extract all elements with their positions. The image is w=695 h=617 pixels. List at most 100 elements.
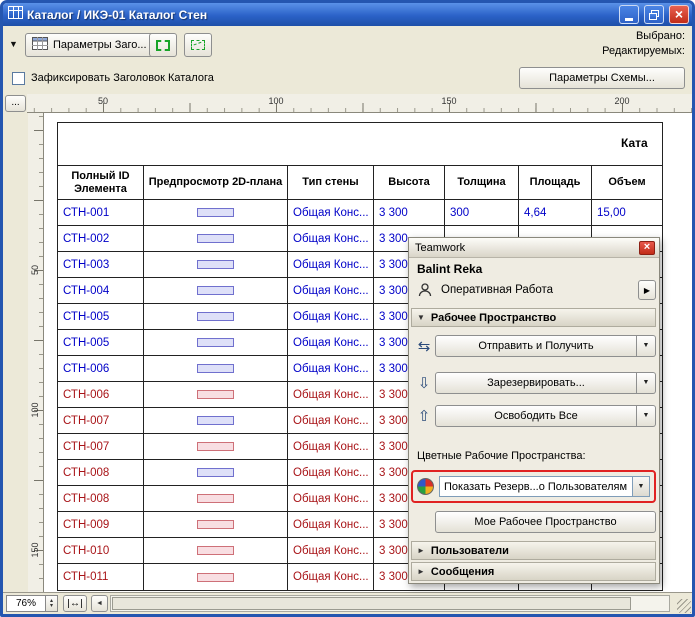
ruler-label: 100 [30,402,40,418]
cell-element-id[interactable]: СТН-003 [58,252,144,277]
zoom-spinner[interactable]: ▴ ▾ [46,595,58,612]
cell-element-id[interactable]: СТН-008 [58,460,144,485]
cell-element-id[interactable]: СТН-001 [58,200,144,225]
cell-wall-type[interactable]: Общая Конс... [288,330,374,355]
wall-preview-shape [197,312,234,321]
send-receive-icon: ⇆ [417,337,431,355]
cell-preview[interactable] [144,564,288,590]
cell-preview[interactable] [144,200,288,225]
cell-wall-type[interactable]: Общая Конс... [288,538,374,563]
cell-wall-type[interactable]: Общая Конс... [288,408,374,433]
messages-section-header[interactable]: ► Сообщения [411,562,656,581]
cell-element-id[interactable]: СТН-011 [58,564,144,590]
scheme-params-button[interactable]: Параметры Схемы... [519,67,685,89]
cell-element-id[interactable]: СТН-008 [58,486,144,511]
cell-preview[interactable] [144,382,288,407]
cell-element-id[interactable]: СТН-010 [58,538,144,563]
cell-preview[interactable] [144,278,288,303]
operative-work-label: Оперативная Работа [441,284,554,296]
wall-preview-shape [197,286,234,295]
cell-wall-type[interactable]: Общая Конс... [288,486,374,511]
my-workspace-button[interactable]: Мое Рабочее Пространство [435,511,656,533]
flyout-triangle-icon[interactable]: ▼ [9,39,18,49]
table-title: Ката [621,136,648,150]
cell-preview[interactable] [144,538,288,563]
cell-preview[interactable] [144,434,288,459]
cell-wall-type[interactable]: Общая Конс... [288,564,374,590]
column-header-type: Тип стены [288,166,374,199]
cell-wall-type[interactable]: Общая Конс... [288,252,374,277]
wall-preview-shape [197,390,234,399]
cell-preview[interactable] [144,304,288,329]
cell-element-id[interactable]: СТН-006 [58,382,144,407]
combobox-arrow[interactable]: ▼ [632,477,649,496]
zoom-level[interactable]: 76% [6,595,46,612]
cell-volume[interactable]: 15,00 [592,200,662,225]
send-receive-button[interactable]: Отправить и Получить [435,334,637,357]
release-all-button[interactable]: Освободить Все [435,404,637,427]
cell-wall-type[interactable]: Общая Конс... [288,460,374,485]
cell-wall-type[interactable]: Общая Конс... [288,434,374,459]
cell-height[interactable]: 3 300 [374,200,445,225]
cell-element-id[interactable]: СТН-005 [58,304,144,329]
fit-width-button[interactable]: ↔ [63,595,87,612]
palette-titlebar[interactable]: Teamwork × [409,238,659,258]
users-section-header[interactable]: ► Пользователи [411,541,656,560]
palette-close-button[interactable]: × [639,240,655,255]
cell-preview[interactable] [144,356,288,381]
cell-element-id[interactable]: СТН-007 [58,408,144,433]
cell-wall-type[interactable]: Общая Конс... [288,512,374,537]
horizontal-scrollbar[interactable] [110,595,670,612]
wall-preview-shape [197,520,234,529]
cell-element-id[interactable]: СТН-004 [58,278,144,303]
ruler-options-button[interactable]: ... [5,95,26,112]
cell-preview[interactable] [144,486,288,511]
restore-button[interactable] [644,5,664,24]
window-titlebar[interactable]: Каталог / ИКЭ-01 Каталог Стен × [3,3,692,26]
workspace-section-header[interactable]: ▼ Рабочее Пространство [411,308,656,327]
lock-header-checkbox[interactable] [12,72,25,85]
show-reservations-combobox[interactable]: Показать Резерв...о Пользователям ▼ [439,476,650,497]
release-all-dropdown[interactable]: ▼ [637,404,656,427]
cell-element-id[interactable]: СТН-002 [58,226,144,251]
minimize-button[interactable] [619,5,639,24]
minimize-icon [625,17,633,21]
cell-element-id[interactable]: СТН-009 [58,512,144,537]
cell-wall-type[interactable]: Общая Конс... [288,200,374,225]
cell-preview[interactable] [144,512,288,537]
reserve-dropdown[interactable]: ▼ [637,371,656,394]
cell-preview[interactable] [144,226,288,251]
cell-preview[interactable] [144,252,288,277]
scroll-left-button[interactable]: ◄ [91,595,108,612]
ruler-label: 50 [30,265,40,276]
operative-work-flyout-button[interactable]: ▶ [638,280,656,300]
wall-preview-shape [197,442,234,451]
send-receive-dropdown[interactable]: ▼ [637,334,656,357]
cell-thickness[interactable]: 300 [445,200,519,225]
cell-area[interactable]: 4,64 [519,200,592,225]
scrollbar-thumb[interactable] [112,597,631,610]
cell-preview[interactable] [144,460,288,485]
reserve-button[interactable]: Зарезервировать... [435,371,637,394]
ruler-label: 100 [268,96,284,106]
cell-wall-type[interactable]: Общая Конс... [288,278,374,303]
chevron-down-icon: ▼ [417,313,425,322]
close-button[interactable]: × [669,5,689,24]
table-row[interactable]: СТН-001 Общая Конс... 3 300 300 4,64 15,… [58,200,662,226]
marquee-poly-tool-button[interactable] [184,33,212,57]
marquee-tool-button[interactable] [149,33,177,57]
cell-preview[interactable] [144,408,288,433]
ruler-major-ticks [34,113,43,592]
cell-wall-type[interactable]: Общая Конс... [288,382,374,407]
cell-preview[interactable] [144,330,288,355]
resize-grip[interactable] [677,599,691,613]
restore-icon [649,9,659,20]
cell-wall-type[interactable]: Общая Конс... [288,226,374,251]
wall-preview-shape [197,208,234,217]
cell-element-id[interactable]: СТН-005 [58,330,144,355]
cell-element-id[interactable]: СТН-006 [58,356,144,381]
cell-wall-type[interactable]: Общая Конс... [288,356,374,381]
cell-wall-type[interactable]: Общая Конс... [288,304,374,329]
cell-element-id[interactable]: СТН-007 [58,434,144,459]
header-params-button[interactable]: Параметры Заго... ▸ [25,33,164,57]
